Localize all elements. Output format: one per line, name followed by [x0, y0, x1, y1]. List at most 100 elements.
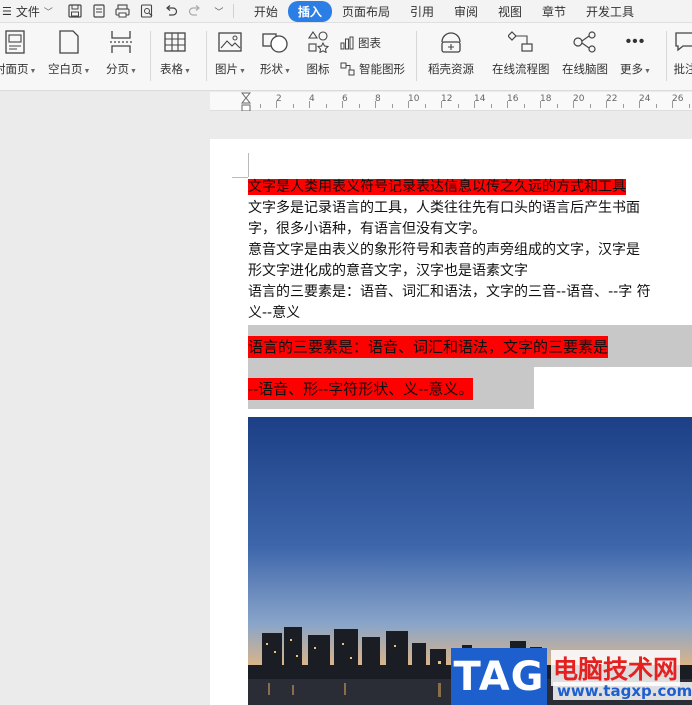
smart-art-icon — [340, 62, 355, 76]
ruler-label: 12 — [441, 94, 453, 104]
table-icon — [162, 29, 188, 55]
horizontal-ruler[interactable]: 2 4 6 8 10 12 14 16 18 20 22 24 26 — [210, 92, 692, 112]
blank-page-icon — [56, 29, 82, 55]
redo-icon[interactable] — [187, 3, 203, 19]
flowchart-icon — [507, 29, 534, 55]
flowchart-label: 在线流程图 — [492, 64, 550, 76]
print-preview-icon[interactable] — [139, 3, 155, 19]
smart-art-label: 智能图形 — [359, 64, 405, 76]
tab-review[interactable]: 审阅 — [444, 1, 488, 22]
file-menu-label: 文件 — [15, 4, 40, 19]
ruler-tick — [292, 104, 294, 108]
quick-access-toolbar: ﹀ — [67, 3, 227, 19]
ruler-label: 8 — [375, 94, 381, 104]
more-icon: ••• — [625, 33, 646, 50]
resources-label: 稻壳资源 — [428, 64, 474, 76]
ruler-tick — [358, 104, 360, 108]
export-pdf-icon[interactable] — [91, 3, 107, 19]
ruler-tick — [556, 104, 558, 108]
page-break-button[interactable]: 分页▼ — [106, 29, 137, 77]
cover-page-label: 封面页 — [0, 64, 29, 76]
mindmap-button[interactable]: 在线脑图 — [562, 29, 608, 77]
resources-button[interactable]: 稻壳资源 — [428, 29, 474, 77]
ruler-tick — [490, 104, 492, 108]
picture-icon — [217, 29, 243, 55]
ruler-label: 10 — [408, 94, 420, 104]
undo-icon[interactable] — [163, 3, 179, 19]
save-icon[interactable] — [67, 3, 83, 19]
ribbon-separator — [206, 31, 207, 81]
tab-view[interactable]: 视图 — [488, 1, 532, 22]
paragraph-line: 字，很多小语种，有语言但没有文字。 — [248, 221, 486, 237]
ruler-tick — [589, 104, 591, 108]
mindmap-label: 在线脑图 — [562, 64, 608, 76]
ruler-label: 14 — [474, 94, 486, 104]
ruler-label: 16 — [507, 94, 519, 104]
ruler-label: 24 — [639, 94, 651, 104]
icon-label: 图标 — [306, 64, 330, 76]
page-break-label: 分页 — [106, 64, 129, 76]
cover-page-button[interactable]: 封面页▼ — [0, 29, 36, 77]
comment-icon — [672, 29, 692, 55]
comment-label: 批注 — [673, 64, 692, 76]
crop-mark — [248, 153, 249, 177]
file-menu[interactable]: ☰ 文件 ﹀ — [0, 3, 53, 20]
shape-label: 形状 — [260, 64, 283, 76]
customize-toolbar-icon[interactable]: ﹀ — [211, 3, 227, 19]
ribbon-separator — [150, 31, 151, 81]
shape-icon — [262, 29, 289, 55]
paragraph-line: 文字多是记录语言的工具，人类往往先有口头的语言后产生书面 — [248, 200, 640, 216]
ruler-label: 6 — [342, 94, 348, 104]
watermark-url: www.tagxp.com — [553, 682, 692, 700]
document-canvas: 文字是人类用表义符号记录表达信息以传之久远的方式和工具 文字多是记录语言的工具，… — [0, 111, 692, 705]
hamburger-icon: ☰ — [2, 5, 12, 18]
chevron-down-icon: ﹀ — [43, 6, 53, 17]
document-page[interactable]: 文字是人类用表义符号记录表达信息以传之久远的方式和工具 文字多是记录语言的工具，… — [210, 139, 692, 705]
ribbon-separator — [416, 31, 417, 81]
ruler-label: 20 — [573, 94, 585, 104]
comment-button[interactable]: 批注 — [672, 29, 692, 77]
toolbar-separator — [232, 4, 234, 18]
highlighted-paragraph-line: --语音、形--字符形状、义--意义。 — [248, 378, 474, 400]
icon-button[interactable]: 图标 — [305, 29, 331, 77]
blank-page-button[interactable]: 空白页▼ — [48, 29, 90, 77]
more-label: 更多 — [620, 64, 643, 76]
ruler-tick — [424, 104, 426, 108]
tab-home[interactable]: 开始 — [244, 1, 288, 22]
ruler-label: 22 — [606, 94, 618, 104]
paragraph-line: 义--意义 — [248, 305, 301, 321]
ruler-tick — [325, 104, 327, 108]
shape-button[interactable]: 形状▼ — [260, 29, 291, 77]
table-label: 表格 — [160, 64, 183, 76]
watermark: TAG 电脑技术网 www.tagxp.com — [451, 648, 692, 705]
paragraph-line: 意音文字是由表义的象形符号和表音的声旁组成的文字，汉字是 — [248, 242, 640, 258]
tab-chapter[interactable]: 章节 — [532, 1, 576, 22]
crop-mark — [232, 177, 248, 178]
ruler-tick — [523, 104, 525, 108]
more-button[interactable]: ••• 更多▼ — [620, 29, 651, 77]
tab-references[interactable]: 引用 — [400, 1, 444, 22]
chart-button[interactable]: 图表 — [340, 35, 381, 51]
paragraph-line: 形文字进化成的意音文字，汉字也是语素文字 — [248, 263, 528, 279]
smart-art-button[interactable]: 智能图形 — [340, 61, 405, 77]
ruler-label: 26 — [672, 94, 684, 104]
ruler-label: 4 — [309, 94, 315, 104]
highlighted-line: 文字是人类用表义符号记录表达信息以传之久远的方式和工具 — [248, 179, 626, 195]
picture-button[interactable]: 图片▼ — [215, 29, 246, 77]
chart-label: 图表 — [358, 38, 381, 50]
ribbon-separator — [666, 31, 667, 81]
tab-developer[interactable]: 开发工具 — [576, 1, 644, 22]
ruler-tick — [259, 104, 261, 108]
tab-insert[interactable]: 插入 — [287, 0, 332, 22]
table-button[interactable]: 表格▼ — [160, 29, 191, 77]
flowchart-button[interactable]: 在线流程图 — [492, 29, 550, 77]
ribbon-tabs: 开始 插入 页面布局 引用 审阅 视图 章节 开发工具 — [244, 0, 644, 22]
tab-page-layout[interactable]: 页面布局 — [332, 1, 400, 22]
print-icon[interactable] — [115, 3, 131, 19]
picture-label: 图片 — [215, 64, 238, 76]
document-body[interactable]: 文字是人类用表义符号记录表达信息以传之久远的方式和工具 文字多是记录语言的工具，… — [248, 177, 692, 324]
icon-library-icon — [305, 29, 331, 55]
blank-page-label: 空白页 — [48, 64, 83, 76]
chart-icon — [340, 36, 354, 50]
menu-bar: ☰ 文件 ﹀ ﹀ 开始 插入 页面布局 引用 审阅 视图 章节 开发工具 — [0, 0, 692, 23]
